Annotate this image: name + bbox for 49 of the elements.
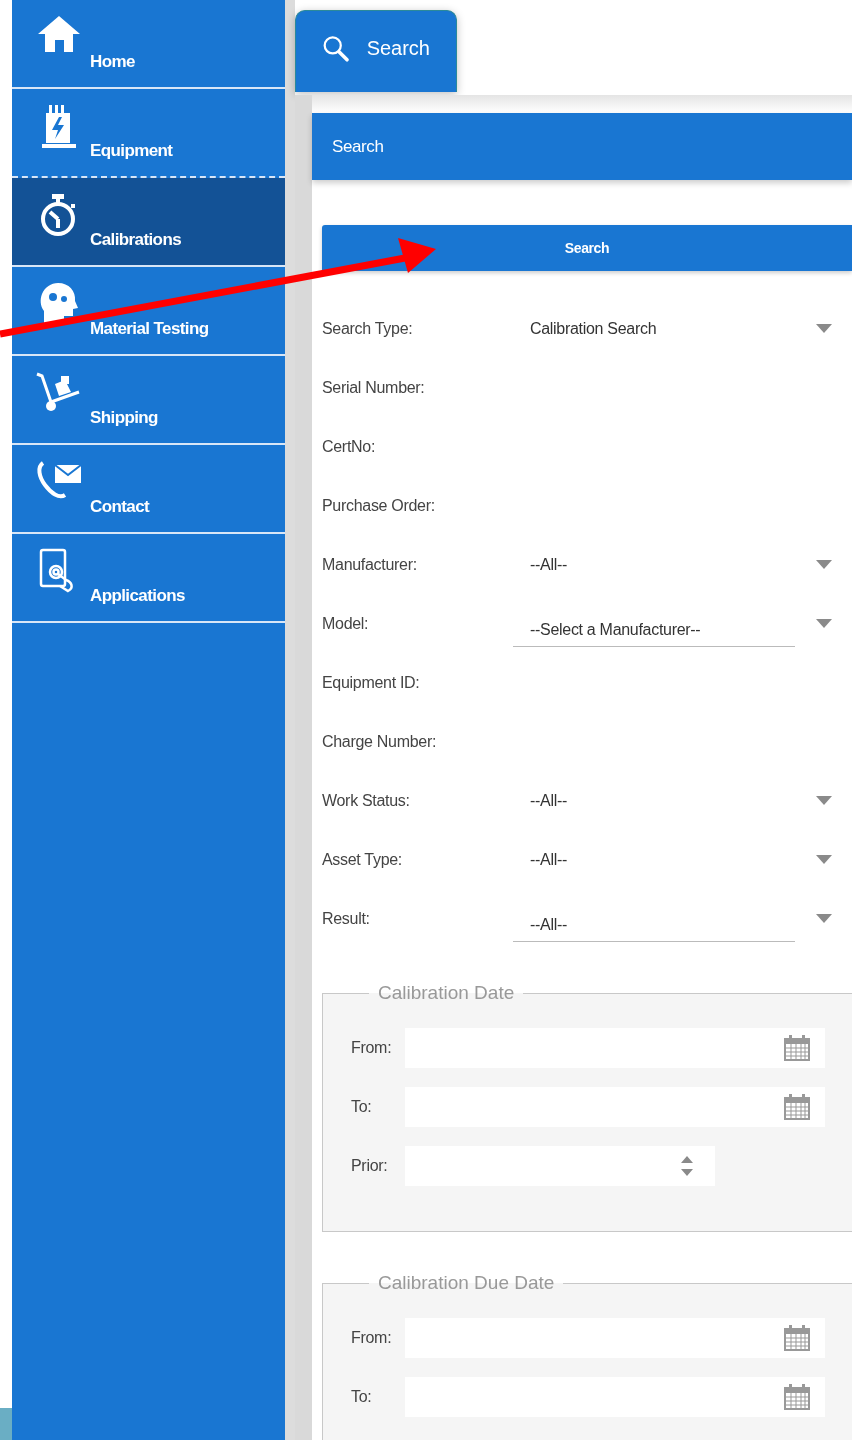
calendar-icon[interactable] (783, 1033, 811, 1062)
power-box-icon (41, 103, 77, 151)
field-label: Serial Number: (322, 378, 426, 397)
dropdown-field[interactable]: --All-- (513, 780, 795, 821)
number-field[interactable] (405, 1145, 715, 1186)
search-button[interactable]: Search (322, 225, 852, 271)
field-label: Asset Type: (322, 850, 403, 869)
dropdown-field[interactable]: --All-- (513, 909, 795, 942)
dropdown-field[interactable]: --Select a Manufacturer-- (513, 614, 795, 647)
calendar-icon[interactable] (783, 1382, 811, 1411)
dropdown-caret-icon[interactable] (816, 619, 832, 628)
field-label: Work Status: (322, 791, 411, 810)
field-label: To: (351, 1097, 373, 1116)
date-field[interactable] (405, 1376, 825, 1417)
field-label: Prior: (351, 1156, 389, 1175)
calendar-icon[interactable] (783, 1323, 811, 1352)
panel-header: Search (312, 113, 852, 180)
field-label: From: (351, 1038, 393, 1057)
field-label: Manufacturer: (322, 555, 418, 574)
group-legend: Calibration Date (369, 982, 524, 1004)
head-icon (38, 281, 80, 325)
field-label: Search Type: (322, 319, 414, 338)
dropdown-caret-icon[interactable] (816, 796, 832, 805)
dropdown-field[interactable]: --All-- (513, 544, 795, 585)
field-label: CertNo: (322, 437, 377, 456)
dropdown-caret-icon[interactable] (816, 324, 832, 333)
field-label: To: (351, 1387, 373, 1406)
calendar-icon[interactable] (783, 1092, 811, 1121)
dropdown-field[interactable]: Calibration Search (513, 308, 795, 349)
field-label: Charge Number: (322, 732, 438, 751)
field-label: Model: (322, 614, 370, 633)
phone-mail-icon (35, 459, 83, 501)
home-icon (36, 14, 82, 54)
date-field[interactable] (405, 1086, 825, 1127)
sidebar-item[interactable]: Material Testing (12, 267, 285, 356)
dropdown-caret-icon[interactable] (816, 560, 832, 569)
field-label: Equipment ID: (322, 673, 421, 692)
sidebar-item[interactable]: Calibrations (12, 178, 285, 267)
spinner-icon[interactable] (681, 1155, 693, 1176)
search-tab[interactable]: Search (295, 10, 457, 92)
date-field[interactable] (405, 1027, 825, 1068)
field-label: Purchase Order: (322, 496, 436, 515)
dropdown-caret-icon[interactable] (816, 914, 832, 923)
dropdown-field[interactable]: --All-- (513, 839, 795, 880)
field-label: Result: (322, 909, 371, 928)
group-legend: Calibration Due Date (369, 1272, 564, 1294)
field-label: From: (351, 1328, 393, 1347)
date-field[interactable] (405, 1317, 825, 1358)
dropdown-caret-icon[interactable] (816, 855, 832, 864)
